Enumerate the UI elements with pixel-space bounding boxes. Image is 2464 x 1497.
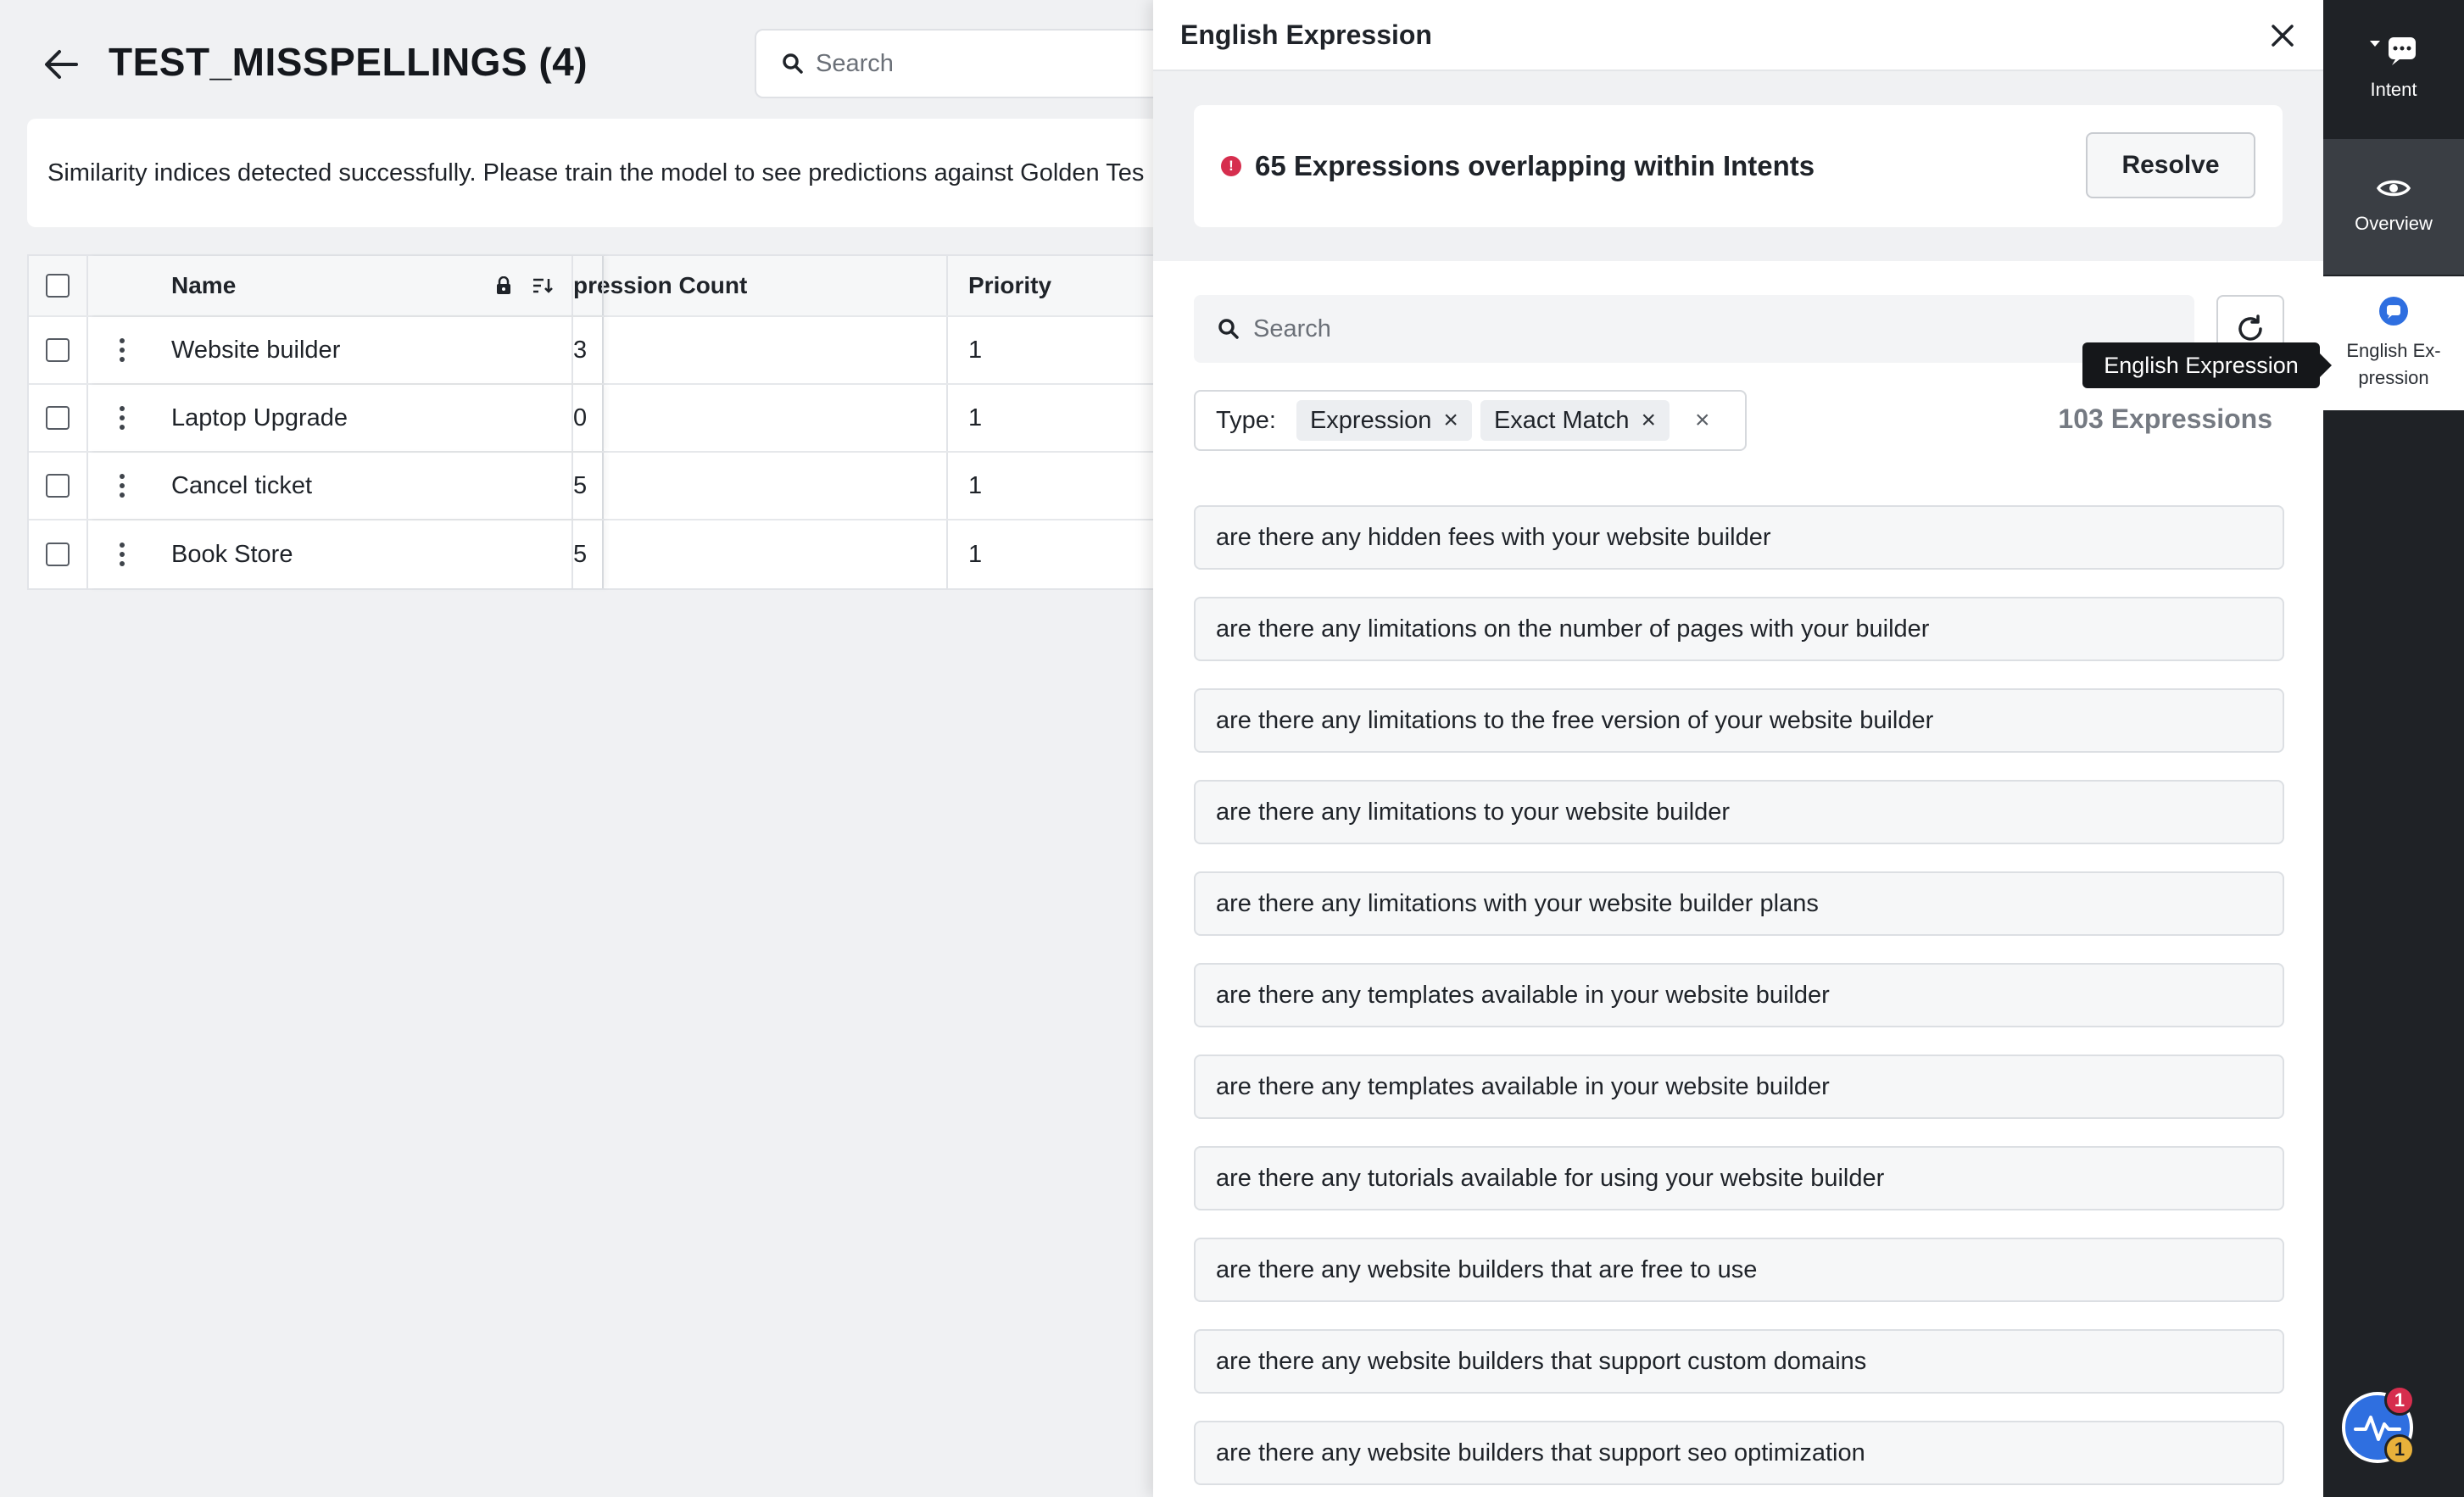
row-menu-button[interactable] xyxy=(88,520,156,588)
row-count: 3 xyxy=(571,317,945,383)
close-icon xyxy=(2272,25,2294,47)
row-menu-button[interactable] xyxy=(88,317,156,383)
rail-item-intent[interactable]: Intent xyxy=(2323,0,2464,136)
kebab-icon xyxy=(120,474,125,498)
list-item[interactable]: are there any website builders that supp… xyxy=(1194,1421,2284,1485)
list-item[interactable]: are there any limitations to the free ve… xyxy=(1194,688,2284,753)
list-item[interactable]: are there any tutorials available for us… xyxy=(1194,1146,2284,1210)
row-menu-button[interactable] xyxy=(88,385,156,451)
search-icon xyxy=(783,53,803,74)
table-row[interactable]: Website builder 3 1 xyxy=(29,317,1212,385)
expressions-panel: Search Type: Expression × Exact Match × … xyxy=(1153,261,2323,1497)
row-checkbox[interactable] xyxy=(46,338,70,362)
name-header-icons xyxy=(495,256,553,315)
tooltip-english-expression: English Expression xyxy=(2082,342,2332,388)
notification-badge: 1 xyxy=(2384,1385,2415,1416)
row-checkbox[interactable] xyxy=(46,474,70,498)
clear-filters-icon[interactable]: × xyxy=(1695,406,1710,435)
list-item[interactable]: are there any website builders that are … xyxy=(1194,1238,2284,1302)
table-row[interactable]: Laptop Upgrade 0 1 xyxy=(29,385,1212,453)
overlap-text: 65 Expressions overlapping within Intent… xyxy=(1255,150,1815,181)
list-item[interactable]: are there any limitations on the number … xyxy=(1194,597,2284,661)
row-count: 5 xyxy=(571,520,945,588)
refresh-icon xyxy=(2238,314,2262,341)
filter-chip-exact-match[interactable]: Exact Match × xyxy=(1480,400,1670,441)
rail-label-english-line2: pression xyxy=(2358,367,2429,388)
overlap-alert-card: ! 65 Expressions overlapping within Inte… xyxy=(1194,105,2283,227)
error-icon: ! xyxy=(1221,156,1241,176)
list-item[interactable]: are there any limitations with your webs… xyxy=(1194,871,2284,936)
expression-search-input[interactable]: Search xyxy=(1194,295,2194,363)
row-menu-button[interactable] xyxy=(88,453,156,519)
row-checkbox[interactable] xyxy=(46,406,70,430)
list-item[interactable]: are there any limitations to your websit… xyxy=(1194,780,2284,844)
row-name[interactable]: Cancel ticket xyxy=(171,453,460,519)
list-item[interactable]: are there any website builders that supp… xyxy=(1194,1329,2284,1394)
search-placeholder: Search xyxy=(816,49,894,77)
kebab-icon xyxy=(120,338,125,362)
chip-label: Expression xyxy=(1309,406,1432,434)
row-count: 5 xyxy=(571,453,945,519)
row-checkbox-cell xyxy=(29,520,88,588)
rail-item-overview[interactable]: Overview xyxy=(2323,139,2464,275)
table-row[interactable]: Cancel ticket 5 1 xyxy=(29,453,1212,520)
table-row[interactable]: Book Store 5 1 xyxy=(29,520,1212,588)
intents-table: Name pression Count Priority Website bui… xyxy=(27,254,1214,590)
chip-remove-icon[interactable]: × xyxy=(1443,406,1458,435)
back-button[interactable] xyxy=(41,44,81,85)
lock-icon[interactable] xyxy=(495,276,512,295)
table-header-row: Name pression Count Priority xyxy=(29,256,1212,317)
expression-count: 103 Expressions xyxy=(2058,403,2272,434)
filter-chip-expression[interactable]: Expression × xyxy=(1296,400,1472,441)
right-rail: Intent Overview English Ex- pression xyxy=(2323,0,2464,1497)
arrow-left-icon xyxy=(45,50,78,79)
warning-badge: 1 xyxy=(2384,1434,2415,1465)
row-checkbox-cell xyxy=(29,385,88,451)
chat-bot-icon xyxy=(2370,37,2416,65)
drawer-header: English Expression xyxy=(1153,0,2323,71)
row-checkbox[interactable] xyxy=(46,543,70,566)
column-header-name[interactable]: Name xyxy=(171,256,460,315)
resolve-button[interactable]: Resolve xyxy=(2086,132,2255,198)
select-all-checkbox[interactable] xyxy=(46,274,70,298)
row-checkbox-cell xyxy=(29,453,88,519)
row-count: 0 xyxy=(571,385,945,451)
row-checkbox-cell xyxy=(29,317,88,383)
rail-item-english-expression[interactable]: English Ex- pression xyxy=(2323,276,2464,410)
close-button[interactable] xyxy=(2266,19,2300,53)
search-icon xyxy=(1218,319,1239,339)
sort-icon[interactable] xyxy=(532,277,553,294)
page-search-input[interactable]: Search xyxy=(755,29,1196,98)
list-item[interactable]: are there any templates available in you… xyxy=(1194,1055,2284,1119)
row-name[interactable]: Website builder xyxy=(171,317,460,383)
eye-icon xyxy=(2377,180,2411,197)
rail-label-overview: Overview xyxy=(2355,213,2433,234)
drawer-title: English Expression xyxy=(1180,19,1432,50)
row-name[interactable]: Book Store xyxy=(171,520,460,588)
rail-label-english: English Ex- pression xyxy=(2346,337,2440,392)
status-banner: Similarity indices detected successfully… xyxy=(27,119,1214,227)
expression-list: are there any hidden fees with your webs… xyxy=(1194,505,2284,1497)
filter-label: Type: xyxy=(1216,406,1276,434)
intent-list-page: TEST_MISSPELLINGS (4) Search Similarity … xyxy=(0,0,1214,1497)
row-name[interactable]: Laptop Upgrade xyxy=(171,385,460,451)
kebab-icon xyxy=(120,543,125,566)
search-placeholder: Search xyxy=(1253,314,1331,342)
select-all-cell xyxy=(29,256,88,315)
page-title: TEST_MISSPELLINGS (4) xyxy=(109,40,588,84)
english-expression-drawer: English Expression ! 65 Expressions over… xyxy=(1153,0,2323,1497)
kebab-icon xyxy=(120,406,125,430)
message-icon xyxy=(2379,297,2408,326)
chip-label: Exact Match xyxy=(1493,406,1630,434)
chip-remove-icon[interactable]: × xyxy=(1642,406,1657,435)
banner-text: Similarity indices detected successfully… xyxy=(47,159,1145,186)
type-filter[interactable]: Type: Expression × Exact Match × × xyxy=(1194,390,1747,451)
column-header-count[interactable]: pression Count xyxy=(571,256,945,315)
list-item[interactable]: are there any hidden fees with your webs… xyxy=(1194,505,2284,570)
rail-label-english-line1: English Ex- xyxy=(2346,340,2441,361)
rail-label-intent: Intent xyxy=(2370,79,2417,100)
list-item[interactable]: are there any templates available in you… xyxy=(1194,963,2284,1027)
